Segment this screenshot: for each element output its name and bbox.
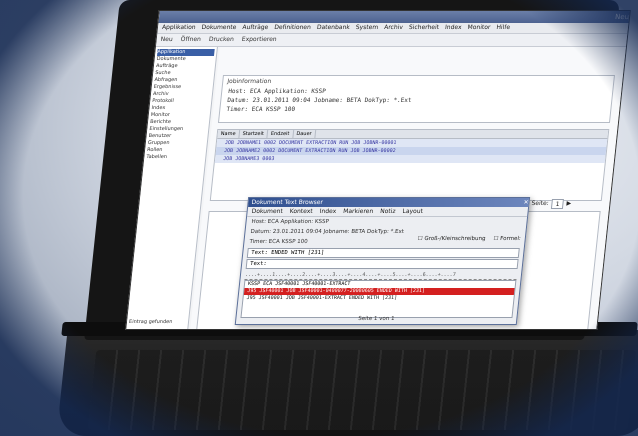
menu-sicherheit[interactable]: Sicherheit bbox=[408, 23, 440, 33]
column-header[interactable]: Endzeit bbox=[267, 130, 294, 138]
toolbar-open-button[interactable]: Öffnen bbox=[180, 34, 201, 46]
dialog-menu-dokument[interactable]: Dokument bbox=[251, 207, 283, 216]
job-info-date: Datum: 23.01.2011 09:04 Jobname: BETA Do… bbox=[226, 97, 412, 104]
sidebar-item[interactable]: Abfragen bbox=[154, 77, 212, 84]
sidebar-footer: Eintrag gefunden bbox=[128, 319, 173, 325]
sidebar-item[interactable]: Dokumente bbox=[156, 56, 214, 63]
toolbar: Neu Öffnen Drucken Exportieren bbox=[155, 34, 628, 47]
formula-checkbox[interactable]: ☐ Formel: bbox=[493, 236, 521, 242]
sidebar-item[interactable]: Applikation bbox=[156, 49, 215, 56]
menu-monitor[interactable]: Monitor bbox=[467, 23, 491, 33]
dialog-menu-layout[interactable]: Layout bbox=[402, 207, 423, 216]
dialog-menu: Dokument Kontext Index Markieren Notiz L… bbox=[247, 207, 529, 217]
sidebar-item[interactable]: Einstellungen bbox=[149, 126, 207, 133]
menu-index[interactable]: Index bbox=[444, 23, 462, 33]
job-info-label: Jobinformation bbox=[226, 78, 272, 85]
pager-label: Seite: bbox=[531, 200, 550, 207]
formula-label: Formel: bbox=[499, 236, 522, 242]
job-info-group: Jobinformation Host: ECA Applikation: KS… bbox=[217, 75, 615, 123]
sidebar-item[interactable]: Berichte bbox=[150, 119, 208, 126]
column-header[interactable]: Name bbox=[217, 130, 240, 138]
dialog-menu-index[interactable]: Index bbox=[319, 207, 336, 216]
column-ruler: ....+....1....+....2....+....3....+....4… bbox=[244, 272, 518, 280]
menu-datenbank[interactable]: Datenbank bbox=[316, 23, 350, 33]
menu-hilfe[interactable]: Hilfe bbox=[496, 23, 511, 33]
sidebar-item[interactable]: Rollen bbox=[147, 147, 205, 154]
table-row[interactable]: JOB JOBNAME2 0002 DOCUMENT EXTRACTION RU… bbox=[215, 147, 607, 155]
dialog-titlebar: Dokument Text Browser ✕ bbox=[248, 198, 530, 207]
document-text-view: KSSP ECA JSF40001 JSF40001-EXTRACT J95 J… bbox=[240, 280, 517, 318]
sidebar-item[interactable]: Ergebnisse bbox=[153, 84, 211, 91]
menu-definitionen[interactable]: Definitionen bbox=[274, 23, 312, 33]
sidebar-item[interactable]: Protokoll bbox=[152, 98, 210, 105]
page-input[interactable]: 1 bbox=[551, 199, 565, 209]
app-title bbox=[162, 11, 163, 23]
app-titlebar: Neu bbox=[158, 11, 630, 23]
sidebar-item[interactable]: Archiv bbox=[153, 91, 211, 98]
dialog-status: Seite 1 von 1 bbox=[357, 316, 395, 322]
log-line-highlighted[interactable]: J95 JSF40001 JOB JSF40001-0400077-200806… bbox=[243, 288, 515, 295]
dialog-menu-markieren[interactable]: Markieren bbox=[343, 207, 374, 216]
pager: Seite: 1 ▶ bbox=[531, 199, 572, 209]
column-header[interactable]: Dauer bbox=[292, 130, 317, 138]
search-options: ☐ Groß-/Kleinschreibung ☐ Formel: bbox=[417, 236, 521, 242]
text-browser-dialog: Dokument Text Browser ✕ Dokument Kontext… bbox=[234, 197, 531, 325]
sidebar-item[interactable]: Aufträge bbox=[156, 63, 214, 70]
sidebar-item[interactable]: Index bbox=[151, 105, 209, 112]
keyboard bbox=[87, 350, 637, 430]
toolbar-export-button[interactable]: Exportieren bbox=[241, 34, 277, 46]
sidebar-item[interactable]: Monitor bbox=[150, 112, 208, 119]
sidebar-item[interactable]: Benutzer bbox=[148, 133, 206, 140]
dialog-menu-kontext[interactable]: Kontext bbox=[289, 207, 313, 216]
menu-auftraege[interactable]: Aufträge bbox=[242, 23, 269, 33]
menu-bar: Applikation Dokumente Aufträge Definitio… bbox=[157, 23, 629, 34]
toolbar-print-button[interactable]: Drucken bbox=[208, 34, 234, 46]
sidebar-item[interactable]: Suche bbox=[155, 70, 213, 77]
dialog-menu-notiz[interactable]: Notiz bbox=[380, 207, 396, 216]
log-line: J95 JSF40001 JOB JSF40001-EXTRACT ENDED … bbox=[246, 295, 398, 301]
dialog-host: Host: ECA Applikation: KSSP bbox=[251, 219, 330, 225]
column-header[interactable]: Startzeit bbox=[239, 130, 269, 138]
case-sensitive-checkbox[interactable]: ☐ Groß-/Kleinschreibung bbox=[417, 236, 485, 242]
menu-applikation[interactable]: Applikation bbox=[161, 23, 196, 33]
menu-archiv[interactable]: Archiv bbox=[384, 23, 404, 33]
table-row[interactable]: JOB JOBNAME1 0002 DOCUMENT EXTRACTION RU… bbox=[216, 139, 608, 147]
log-line: KSSP ECA JSF40001 JSF40001-EXTRACT bbox=[247, 281, 351, 287]
table-header: Name Startzeit Endzeit Dauer bbox=[217, 130, 609, 139]
menu-dokumente[interactable]: Dokumente bbox=[201, 23, 237, 33]
search-field-2[interactable]: Text: bbox=[245, 259, 519, 269]
dialog-title: Dokument Text Browser bbox=[251, 199, 324, 206]
menu-system[interactable]: System bbox=[355, 23, 378, 33]
toolbar-new-button[interactable]: Neu bbox=[160, 34, 173, 46]
close-icon[interactable]: ✕ bbox=[523, 198, 529, 207]
case-sensitive-label: Groß-/Kleinschreibung bbox=[424, 236, 486, 242]
table-row[interactable]: JOB JOBNAME3 0003 bbox=[214, 155, 606, 163]
laptop: Neu Applikation Dokumente Aufträge Defin… bbox=[56, 0, 638, 436]
new-button[interactable]: Neu bbox=[614, 11, 630, 23]
sidebar-item[interactable]: Gruppen bbox=[147, 140, 205, 147]
search-field-1[interactable]: Text: ENDED WITH [231] bbox=[246, 248, 520, 258]
screen: Neu Applikation Dokumente Aufträge Defin… bbox=[125, 10, 631, 330]
sidebar-item[interactable]: Tabellen bbox=[146, 154, 204, 161]
job-info-host: Host: ECA Applikation: KSSP bbox=[227, 88, 327, 95]
result-table: Name Startzeit Endzeit Dauer JOB JOBNAME… bbox=[209, 129, 610, 201]
job-info-timer: Timer: ECA KSSP 100 bbox=[225, 106, 296, 113]
